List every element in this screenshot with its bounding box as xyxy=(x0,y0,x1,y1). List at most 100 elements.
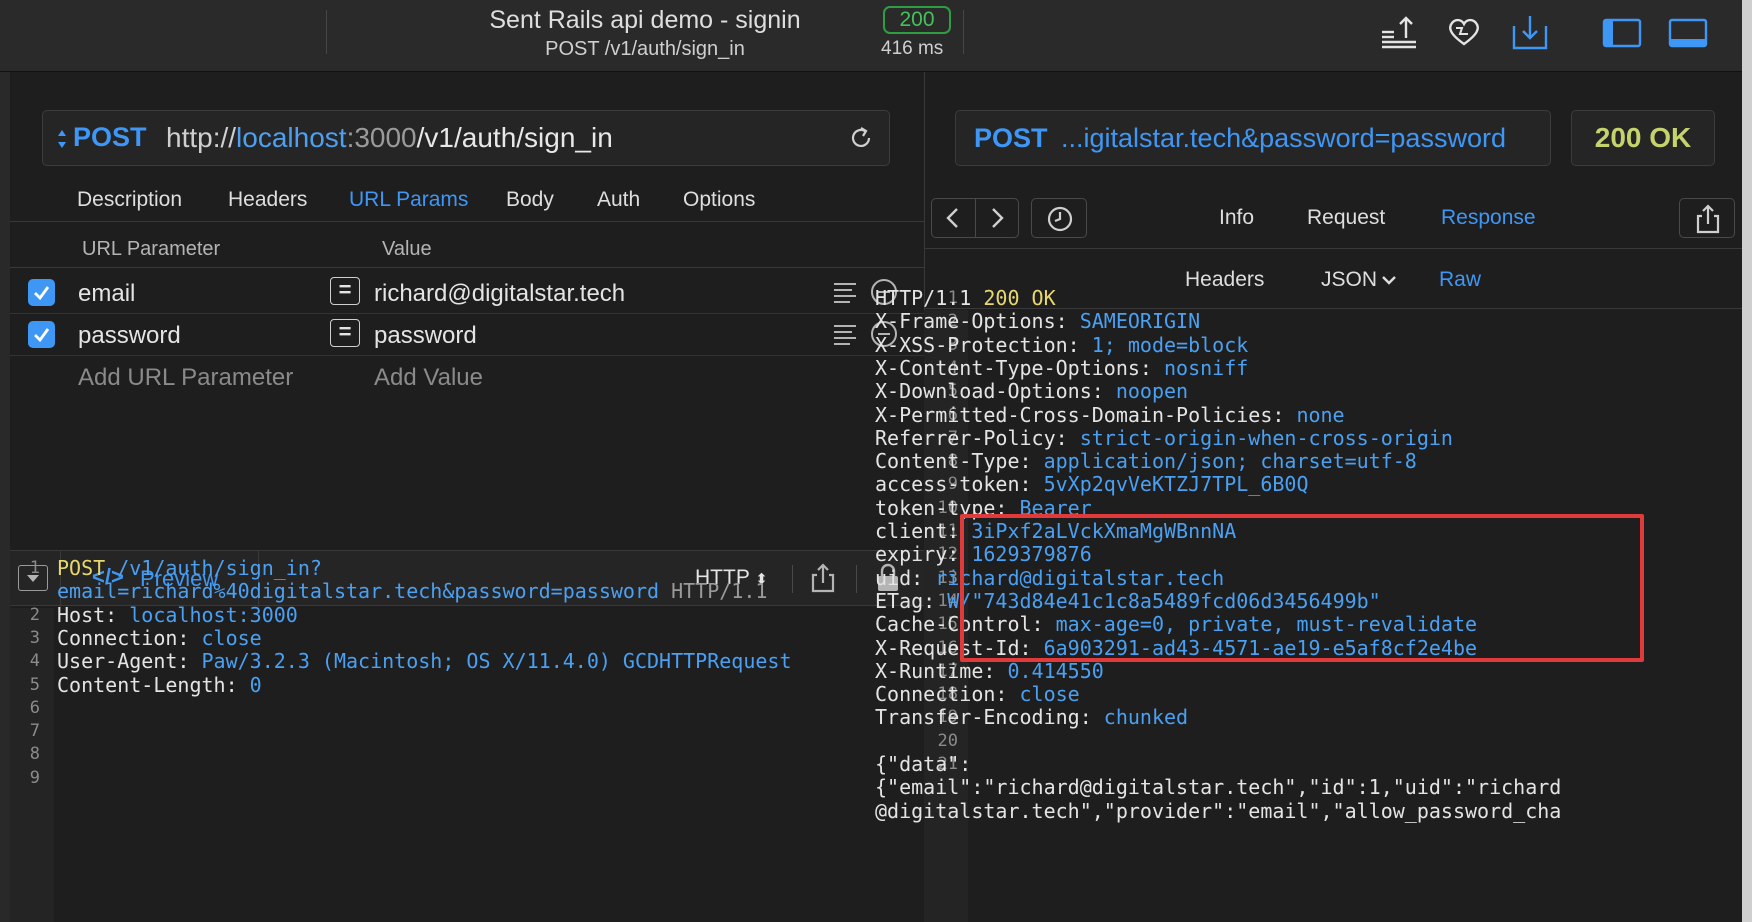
code-line: X-Frame-Options: SAMEORIGIN xyxy=(875,308,1200,334)
code-line: Content-Type: application/json; charset=… xyxy=(875,448,1417,474)
line-number: 5 xyxy=(29,674,40,695)
code-token: HTTP/1.1 xyxy=(659,579,768,604)
code-token: ETag: xyxy=(875,588,948,613)
divider xyxy=(326,10,327,54)
clock-icon xyxy=(1047,206,1073,232)
code-token: 0.414550 xyxy=(1007,658,1104,683)
code-token: X-Download-Options: xyxy=(875,379,1116,404)
param-key[interactable]: email xyxy=(78,280,135,308)
share-button[interactable] xyxy=(1679,198,1735,238)
title-bar: Sent Rails api demo - signin POST /v1/au… xyxy=(0,0,1752,72)
import-icon[interactable] xyxy=(1508,12,1552,52)
sidebar-left-icon[interactable] xyxy=(1600,12,1644,52)
line-number: 20 xyxy=(937,730,958,751)
tab-headers[interactable]: Headers xyxy=(228,188,307,212)
chevron-right-icon[interactable] xyxy=(986,206,1008,230)
param-checkbox[interactable] xyxy=(28,321,55,348)
line-number xyxy=(14,578,40,604)
request-panel: POST http://localhost:3000/v1/auth/sign_… xyxy=(10,72,924,922)
param-key-header: URL Parameter xyxy=(82,238,221,260)
code-token: uid: xyxy=(875,565,936,590)
tab-auth[interactable]: Auth xyxy=(597,188,640,212)
code-line: X-XSS-Protection: 1; mode=block xyxy=(875,332,1248,358)
code-token: Content-Length: xyxy=(57,672,250,697)
line-number: 9 xyxy=(29,767,40,788)
code-token: X-Content-Type-Options: xyxy=(875,355,1164,380)
subtab-json[interactable]: JSON xyxy=(1321,268,1397,292)
param-row: email = richard@digitalstar.tech xyxy=(10,272,924,314)
code-token: client: xyxy=(875,519,972,543)
code-line: POST /v1/auth/sign_in? xyxy=(57,555,322,581)
refresh-icon[interactable] xyxy=(847,124,875,152)
add-value-input[interactable]: Add Value xyxy=(374,364,483,392)
param-row: password = password xyxy=(10,314,924,356)
tab-info[interactable]: Info xyxy=(1219,206,1254,230)
share-icon xyxy=(1696,204,1720,234)
subtab-raw[interactable]: Raw xyxy=(1439,268,1481,292)
code-token: {"data": xyxy=(875,752,972,776)
history-button[interactable] xyxy=(1031,198,1087,238)
code-token: /v1/auth/sign_in? xyxy=(117,556,322,580)
subtab-headers[interactable]: Headers xyxy=(1185,268,1264,292)
param-value[interactable]: password xyxy=(374,322,477,350)
panel-bottom-icon[interactable] xyxy=(1666,12,1710,52)
tab-options[interactable]: Options xyxy=(683,188,755,212)
equals-toggle[interactable]: = xyxy=(330,277,360,305)
status-badge: 200 xyxy=(883,6,951,34)
code-line: access-token: 5vXp2qvVeKTZJ7TPL_6B0Q xyxy=(875,471,1308,497)
tab-body[interactable]: Body xyxy=(506,188,554,212)
code-token: Host: xyxy=(57,602,130,627)
code-token: chunked xyxy=(1103,705,1189,730)
window-subtitle: POST /v1/auth/sign_in xyxy=(545,38,745,60)
line-number: 6 xyxy=(29,697,40,718)
code-line: Transfer-Encoding: chunked xyxy=(875,704,1188,730)
request-tabs: Description Headers URL Params Body Auth… xyxy=(10,182,924,222)
response-url-bar[interactable]: POST ...igitalstar.tech&password=passwor… xyxy=(955,110,1551,166)
lines-icon[interactable] xyxy=(832,280,858,304)
lines-icon[interactable] xyxy=(832,322,858,346)
code-line: User-Agent: Paw/3.2.3 (Macintosh; OS X/1… xyxy=(57,648,792,674)
code-line: {"email":"richard@digitalstar.tech","id"… xyxy=(875,774,1561,800)
code-token: noopen xyxy=(1115,379,1189,404)
response-time: 416 ms xyxy=(881,38,944,59)
code-token: 0 xyxy=(249,672,262,697)
code-line: HTTP/1.1 200 OK xyxy=(875,285,1056,311)
url-bar[interactable]: POST http://localhost:3000/v1/auth/sign_… xyxy=(42,110,890,166)
param-key[interactable]: password xyxy=(78,322,181,350)
subtab-json-label: JSON xyxy=(1321,268,1378,291)
share-icon[interactable] xyxy=(810,563,836,593)
code-line: Content-Length: 0 xyxy=(57,672,262,698)
code-line: email=richard%40digitalstar.tech&passwor… xyxy=(57,578,767,604)
sidebar-edge xyxy=(0,72,10,922)
response-url: ...igitalstar.tech&password=password xyxy=(1061,123,1506,153)
tab-url-params[interactable]: URL Params xyxy=(349,188,468,212)
param-value-header: Value xyxy=(382,238,432,260)
param-value[interactable]: richard@digitalstar.tech xyxy=(374,280,625,308)
param-checkbox[interactable] xyxy=(28,279,55,306)
code-token: application/json; charset=utf-8 xyxy=(1043,449,1417,474)
code-line: Referrer-Policy: strict-origin-when-cros… xyxy=(875,425,1453,451)
divider xyxy=(856,565,857,593)
url-scheme: http:// xyxy=(166,122,237,153)
add-param-input[interactable]: Add URL Parameter xyxy=(78,364,293,392)
heart-icon[interactable] xyxy=(1442,12,1486,52)
tab-response[interactable]: Response xyxy=(1441,206,1536,230)
equals-toggle[interactable]: = xyxy=(330,319,360,347)
tab-description[interactable]: Description xyxy=(77,188,182,212)
export-icon[interactable] xyxy=(1376,12,1420,52)
code-token: localhost:3000 xyxy=(129,602,298,627)
code-token: close xyxy=(201,625,262,650)
chevron-updown-icon[interactable] xyxy=(57,129,67,149)
param-add-row: Add URL Parameter Add Value xyxy=(10,356,924,398)
code-token: access-token: xyxy=(875,472,1044,497)
tab-request[interactable]: Request xyxy=(1307,206,1385,230)
code-line: X-Download-Options: noopen xyxy=(875,378,1188,404)
url-path: /v1/auth/sign_in xyxy=(416,122,613,153)
code-token: X-Permitted-Cross-Domain-Policies: xyxy=(875,402,1297,427)
method-select[interactable]: POST xyxy=(73,122,147,153)
code-line: X-Content-Type-Options: nosniff xyxy=(875,355,1248,381)
code-token: @digitalstar.tech","provider":"email","a… xyxy=(875,798,1562,823)
chevron-left-icon[interactable] xyxy=(942,206,964,230)
url-input[interactable]: http://localhost:3000/v1/auth/sign_in xyxy=(166,122,613,154)
divider xyxy=(963,10,964,54)
